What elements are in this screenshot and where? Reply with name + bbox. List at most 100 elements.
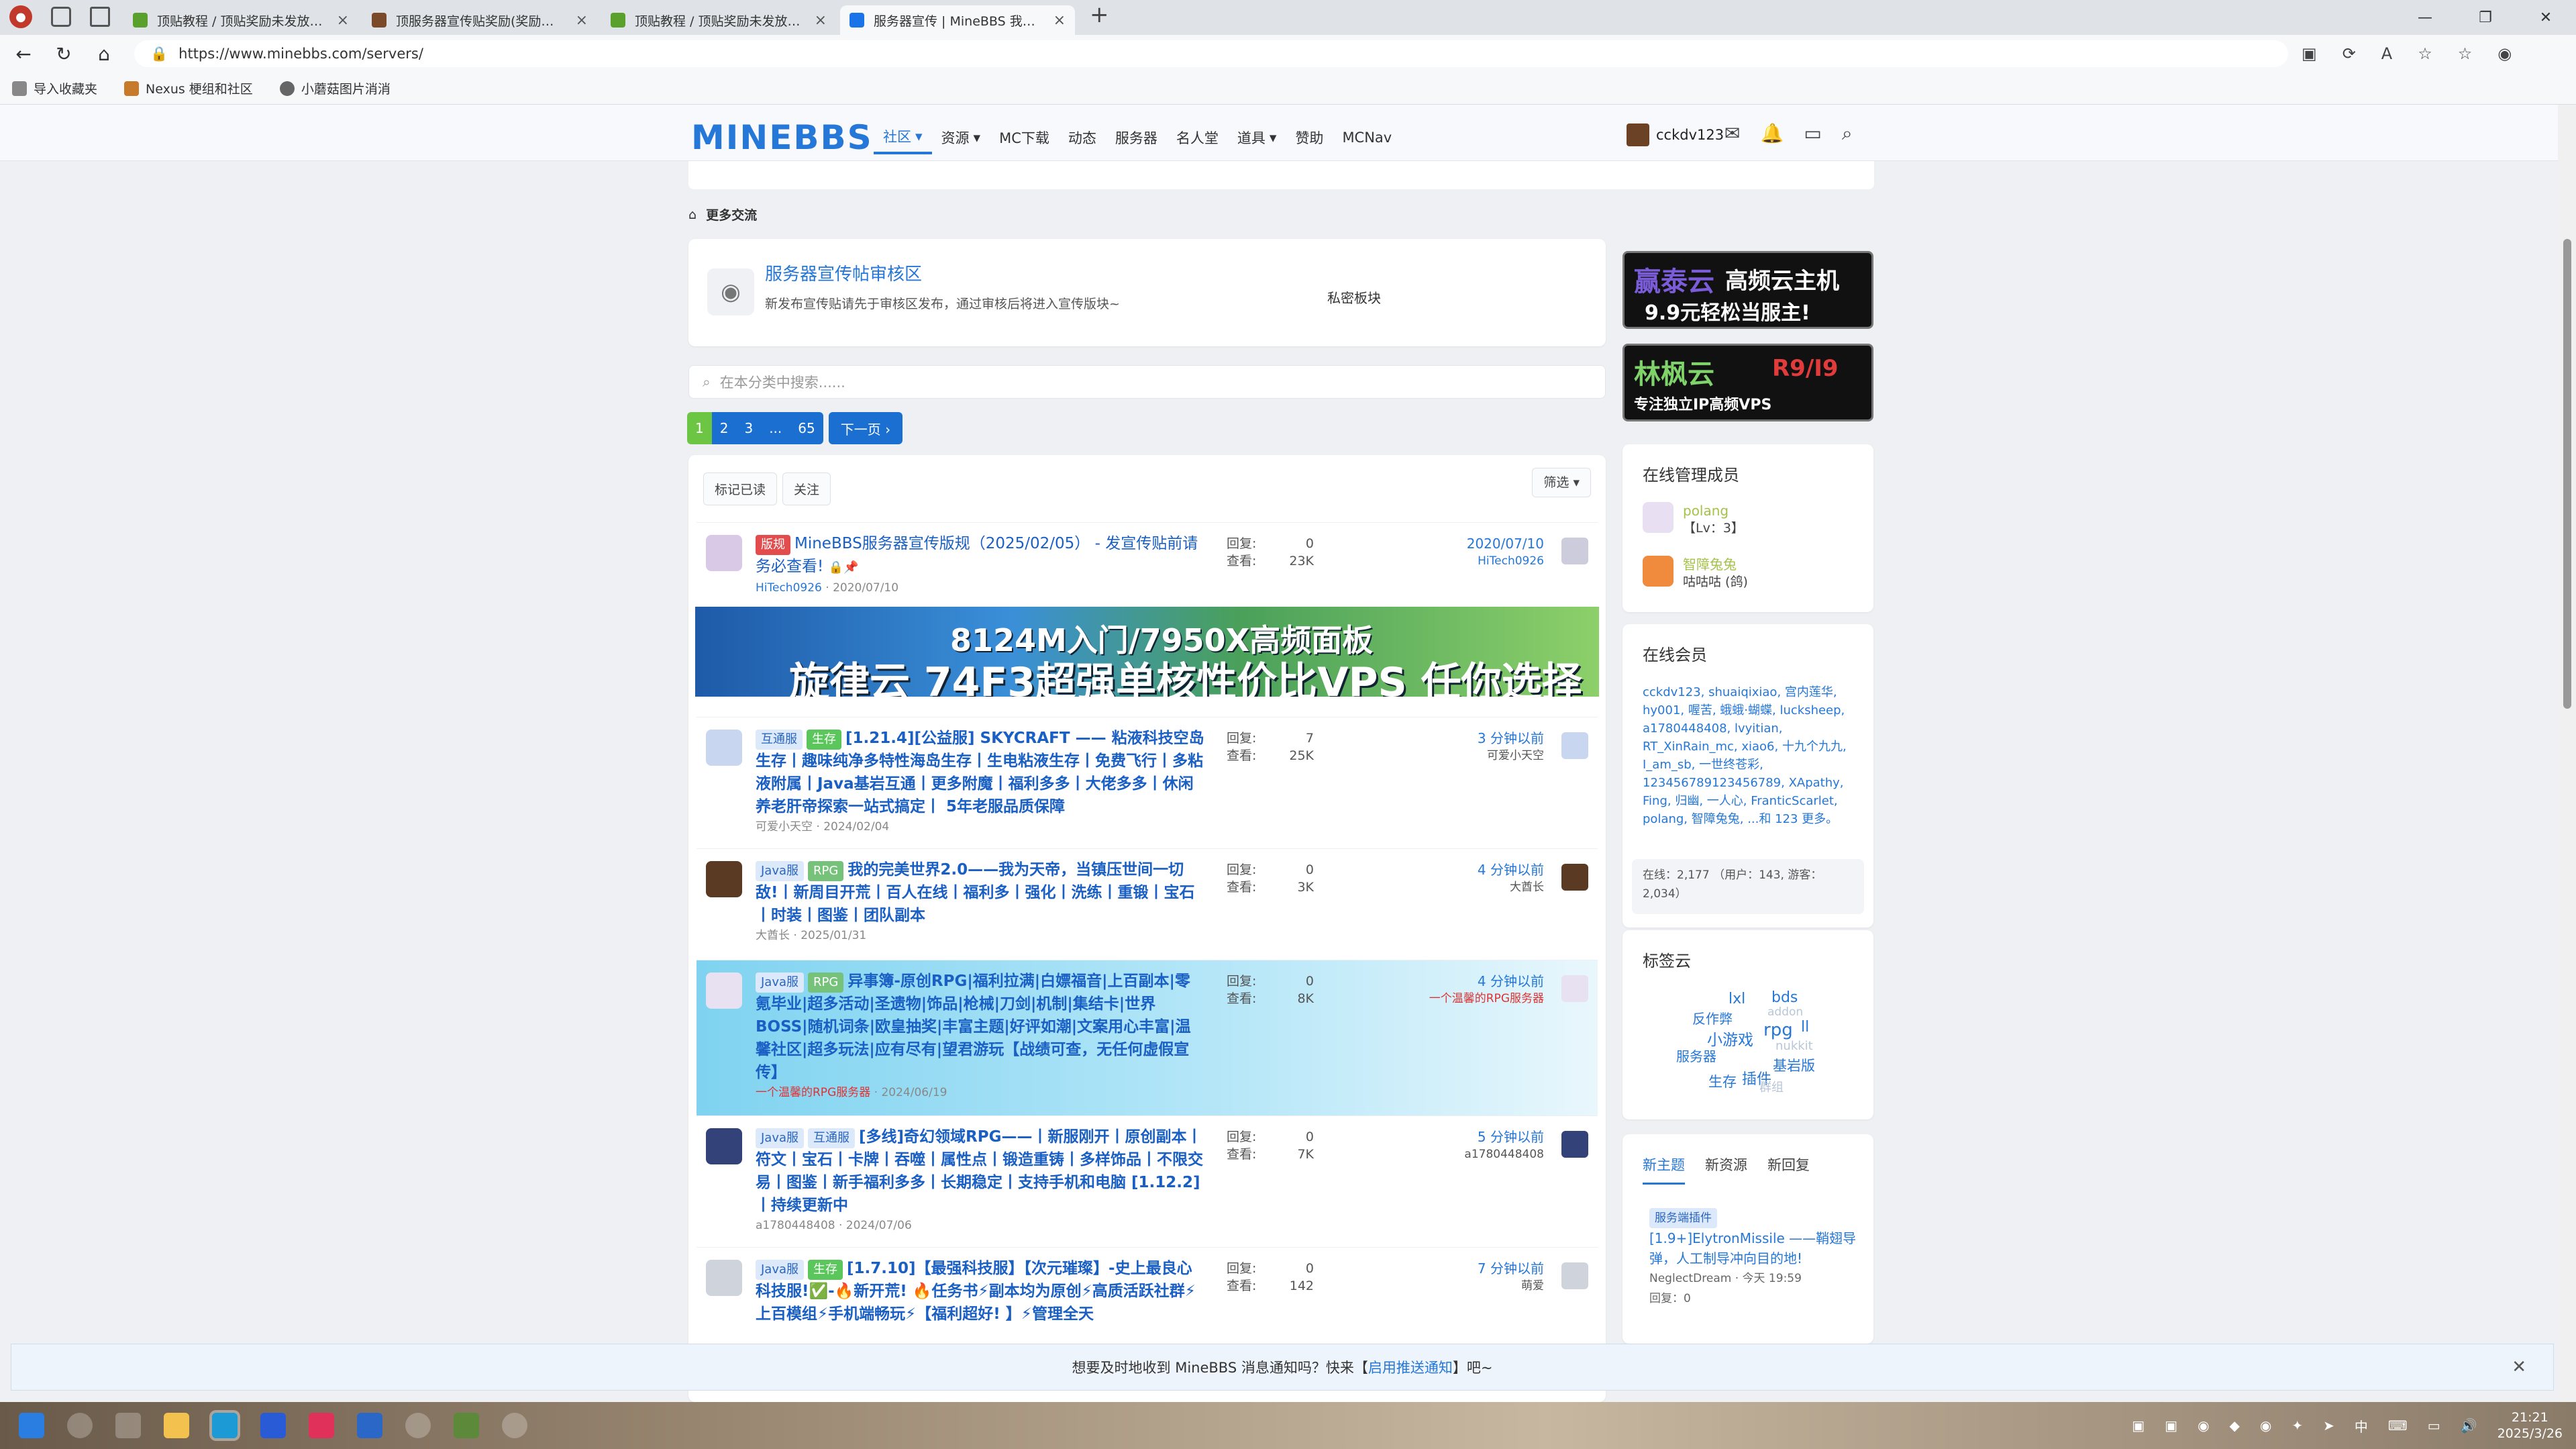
category-search-input[interactable]: ⌕ 在本分类中搜索...... [688, 365, 1606, 399]
nav-sponsor[interactable]: 赞助 [1286, 121, 1333, 154]
watch-button[interactable]: 关注 [782, 472, 831, 505]
tray-app-icon[interactable]: ◉ [2260, 1417, 2271, 1434]
table-row[interactable]: 版规 MineBBS服务器宣传版规（2025/02/05） - 发宣传贴前请务必查… [697, 522, 1598, 600]
thread-prefix[interactable]: Java服 [756, 1128, 805, 1148]
clock[interactable]: 21:21 2025/3/26 [2497, 1409, 2563, 1442]
thread-prefix[interactable]: 服务端插件 [1649, 1208, 1717, 1228]
search-icon[interactable] [67, 1413, 93, 1438]
user-menu[interactable]: cckdv123 [1627, 123, 1724, 146]
last-post-time[interactable]: 3 分钟以前 [1478, 730, 1544, 747]
minecraft-icon[interactable] [454, 1413, 479, 1438]
search-icon[interactable]: ⌕ [1842, 122, 1853, 145]
edge-icon[interactable] [212, 1413, 238, 1438]
thread-prefix[interactable]: 生存 [807, 730, 841, 750]
favorite-item[interactable]: 导入收藏夹 [12, 79, 97, 97]
volume-icon[interactable]: 🔊 [2461, 1417, 2477, 1434]
page-3[interactable]: 3 [736, 412, 762, 444]
last-post-user[interactable]: 萌爱 [1478, 1277, 1544, 1295]
last-post-time[interactable]: 5 分钟以前 [1464, 1128, 1544, 1146]
last-post-time[interactable]: 4 分钟以前 [1429, 972, 1544, 990]
start-icon[interactable] [19, 1413, 44, 1438]
collections-icon[interactable]: ☆ [2458, 44, 2473, 63]
staff-name[interactable]: 智障兔兔 [1683, 556, 1748, 573]
steam-icon[interactable]: ◉ [2198, 1417, 2209, 1434]
tray-app-icon[interactable]: ▣ [2132, 1417, 2145, 1434]
latest-thread-title[interactable]: [1.9+]ElytronMissile ——鞘翅导弹，人工制导冲向目的地! [1649, 1228, 1864, 1268]
avatar[interactable] [1643, 502, 1673, 533]
tag[interactable]: 群组 [1759, 1078, 1784, 1095]
back-icon[interactable]: ← [7, 43, 40, 65]
breadcrumb-link[interactable]: 更多交流 [706, 205, 757, 223]
thread-author[interactable]: a1780448408 [756, 1219, 835, 1232]
tray-app-icon[interactable]: ➤ [2323, 1417, 2334, 1434]
nav-servers[interactable]: 服务器 [1106, 121, 1167, 154]
new-tab-icon[interactable]: + [1075, 1, 1124, 35]
bookmark-icon[interactable]: ▭ [1804, 122, 1821, 145]
page-1[interactable]: 1 [687, 412, 712, 444]
tag[interactable]: bds [1771, 989, 1798, 1006]
tag[interactable]: rpg [1763, 1020, 1793, 1040]
tab-2[interactable]: 顶服务器宣传贴奖励(奖励天空点 × [362, 5, 597, 35]
thread-author[interactable]: HiTech0926 [756, 581, 822, 595]
nav-mc-download[interactable]: MC下载 [990, 121, 1059, 154]
enable-push-link[interactable]: 启用推送通知 [1368, 1357, 1453, 1377]
last-post-time[interactable]: 4 分钟以前 [1478, 861, 1544, 879]
close-icon[interactable]: × [815, 12, 827, 29]
tray-app-icon[interactable]: ✦ [2291, 1417, 2303, 1434]
restore-icon[interactable]: ❐ [2455, 0, 2516, 35]
nav-items[interactable]: 道具 ▾ [1228, 121, 1286, 154]
page-2[interactable]: 2 [711, 412, 737, 444]
workspaces-icon[interactable] [51, 7, 71, 27]
sidebar-ad-1[interactable]: 赢泰云 高频云主机 9.9元轻松当服主! [1622, 251, 1873, 329]
favorite-item[interactable]: Nexus 梗组和社区 [124, 79, 253, 97]
nav-community[interactable]: 社区 ▾ [874, 121, 932, 154]
tab-1[interactable]: 顶贴教程 / 顶贴奖励未发放补领帖 × [123, 5, 358, 35]
file-explorer-icon[interactable] [164, 1413, 189, 1438]
keyboard-icon[interactable]: ⌨ [2388, 1417, 2408, 1434]
split-screen-icon[interactable]: ▣ [2302, 44, 2317, 63]
thread-prefix[interactable]: 互通服 [808, 1128, 856, 1148]
tab-4-active[interactable]: 服务器宣传 | MineBBS 我的世界中 × [840, 5, 1075, 35]
next-page-button[interactable]: 下一页 › [828, 412, 903, 444]
pcl-icon[interactable] [357, 1413, 382, 1438]
tray-app-icon[interactable]: ▣ [2165, 1417, 2177, 1434]
minimize-icon[interactable]: — [2395, 0, 2455, 35]
nav-resources[interactable]: 资源 ▾ [932, 121, 990, 154]
last-post-user[interactable]: 可爱小天空 [1478, 747, 1544, 764]
nav-activity[interactable]: 动态 [1059, 121, 1106, 154]
last-post-time[interactable]: 2020/07/10 [1467, 535, 1544, 552]
table-row[interactable]: Java服 互通服 [多线]奇幻领域RPG——丨新服刚开丨原创副本丨符文丨宝石丨卡牌… [697, 1115, 1598, 1247]
thread-prefix[interactable]: RPG [808, 972, 844, 993]
tag[interactable]: 反作弊 [1692, 1008, 1733, 1028]
last-post-time[interactable]: 7 分钟以前 [1478, 1260, 1544, 1277]
table-row[interactable]: Java服 RPG 异事簿-原创RPG|福利拉满|白嫖福音|上百副本|零氪毕业|超多… [697, 960, 1598, 1115]
tag[interactable]: 基岩版 [1773, 1055, 1815, 1075]
tab-new-replies[interactable]: 新回复 [1767, 1154, 1810, 1185]
tab-new-threads[interactable]: 新主题 [1643, 1154, 1685, 1185]
tag[interactable]: nukkit [1775, 1039, 1813, 1053]
tag[interactable]: 服务器 [1676, 1046, 1716, 1065]
close-icon[interactable]: × [337, 12, 349, 29]
avatar[interactable] [1643, 556, 1673, 587]
favorite-item[interactable]: 小蘑菇图片消消 [279, 79, 391, 97]
scrollbar-thumb[interactable] [2563, 239, 2571, 709]
close-icon[interactable]: ✕ [2512, 1357, 2526, 1377]
page-last[interactable]: 65 [790, 412, 823, 444]
translate-icon[interactable]: ⟳ [2342, 44, 2356, 63]
home-icon[interactable]: ⌂ [688, 207, 697, 222]
thread-prefix[interactable]: 版规 [756, 535, 790, 555]
profile-icon[interactable]: ● [9, 5, 32, 28]
gear-icon[interactable] [502, 1413, 527, 1438]
ime-indicator[interactable]: 中 [2355, 1416, 2368, 1436]
table-row[interactable]: Java服 RPG 我的完美世界2.0——我为天帝，当镇压世间一切敌!丨新周目开荒丨… [697, 848, 1598, 960]
copilot-icon[interactable]: ◉ [2497, 44, 2512, 63]
inbox-icon[interactable]: ✉ [1724, 122, 1740, 145]
close-window-icon[interactable]: ✕ [2516, 0, 2576, 35]
music-icon[interactable] [309, 1413, 334, 1438]
member-list[interactable]: cckdv123, shuaiqixiao, 宫内莲华, hy001, 喔苦, … [1643, 683, 1864, 828]
subforum-title[interactable]: 服务器宣传帖审核区 [765, 260, 922, 285]
nav-hall-of-fame[interactable]: 名人堂 [1167, 121, 1228, 154]
last-post-user[interactable]: 大酋长 [1478, 879, 1544, 896]
nav-mcnav[interactable]: MCNav [1333, 121, 1401, 154]
sidebar-ad-2[interactable]: 林枫云 R9/I9 专注独立IP高频VPS [1622, 344, 1873, 421]
